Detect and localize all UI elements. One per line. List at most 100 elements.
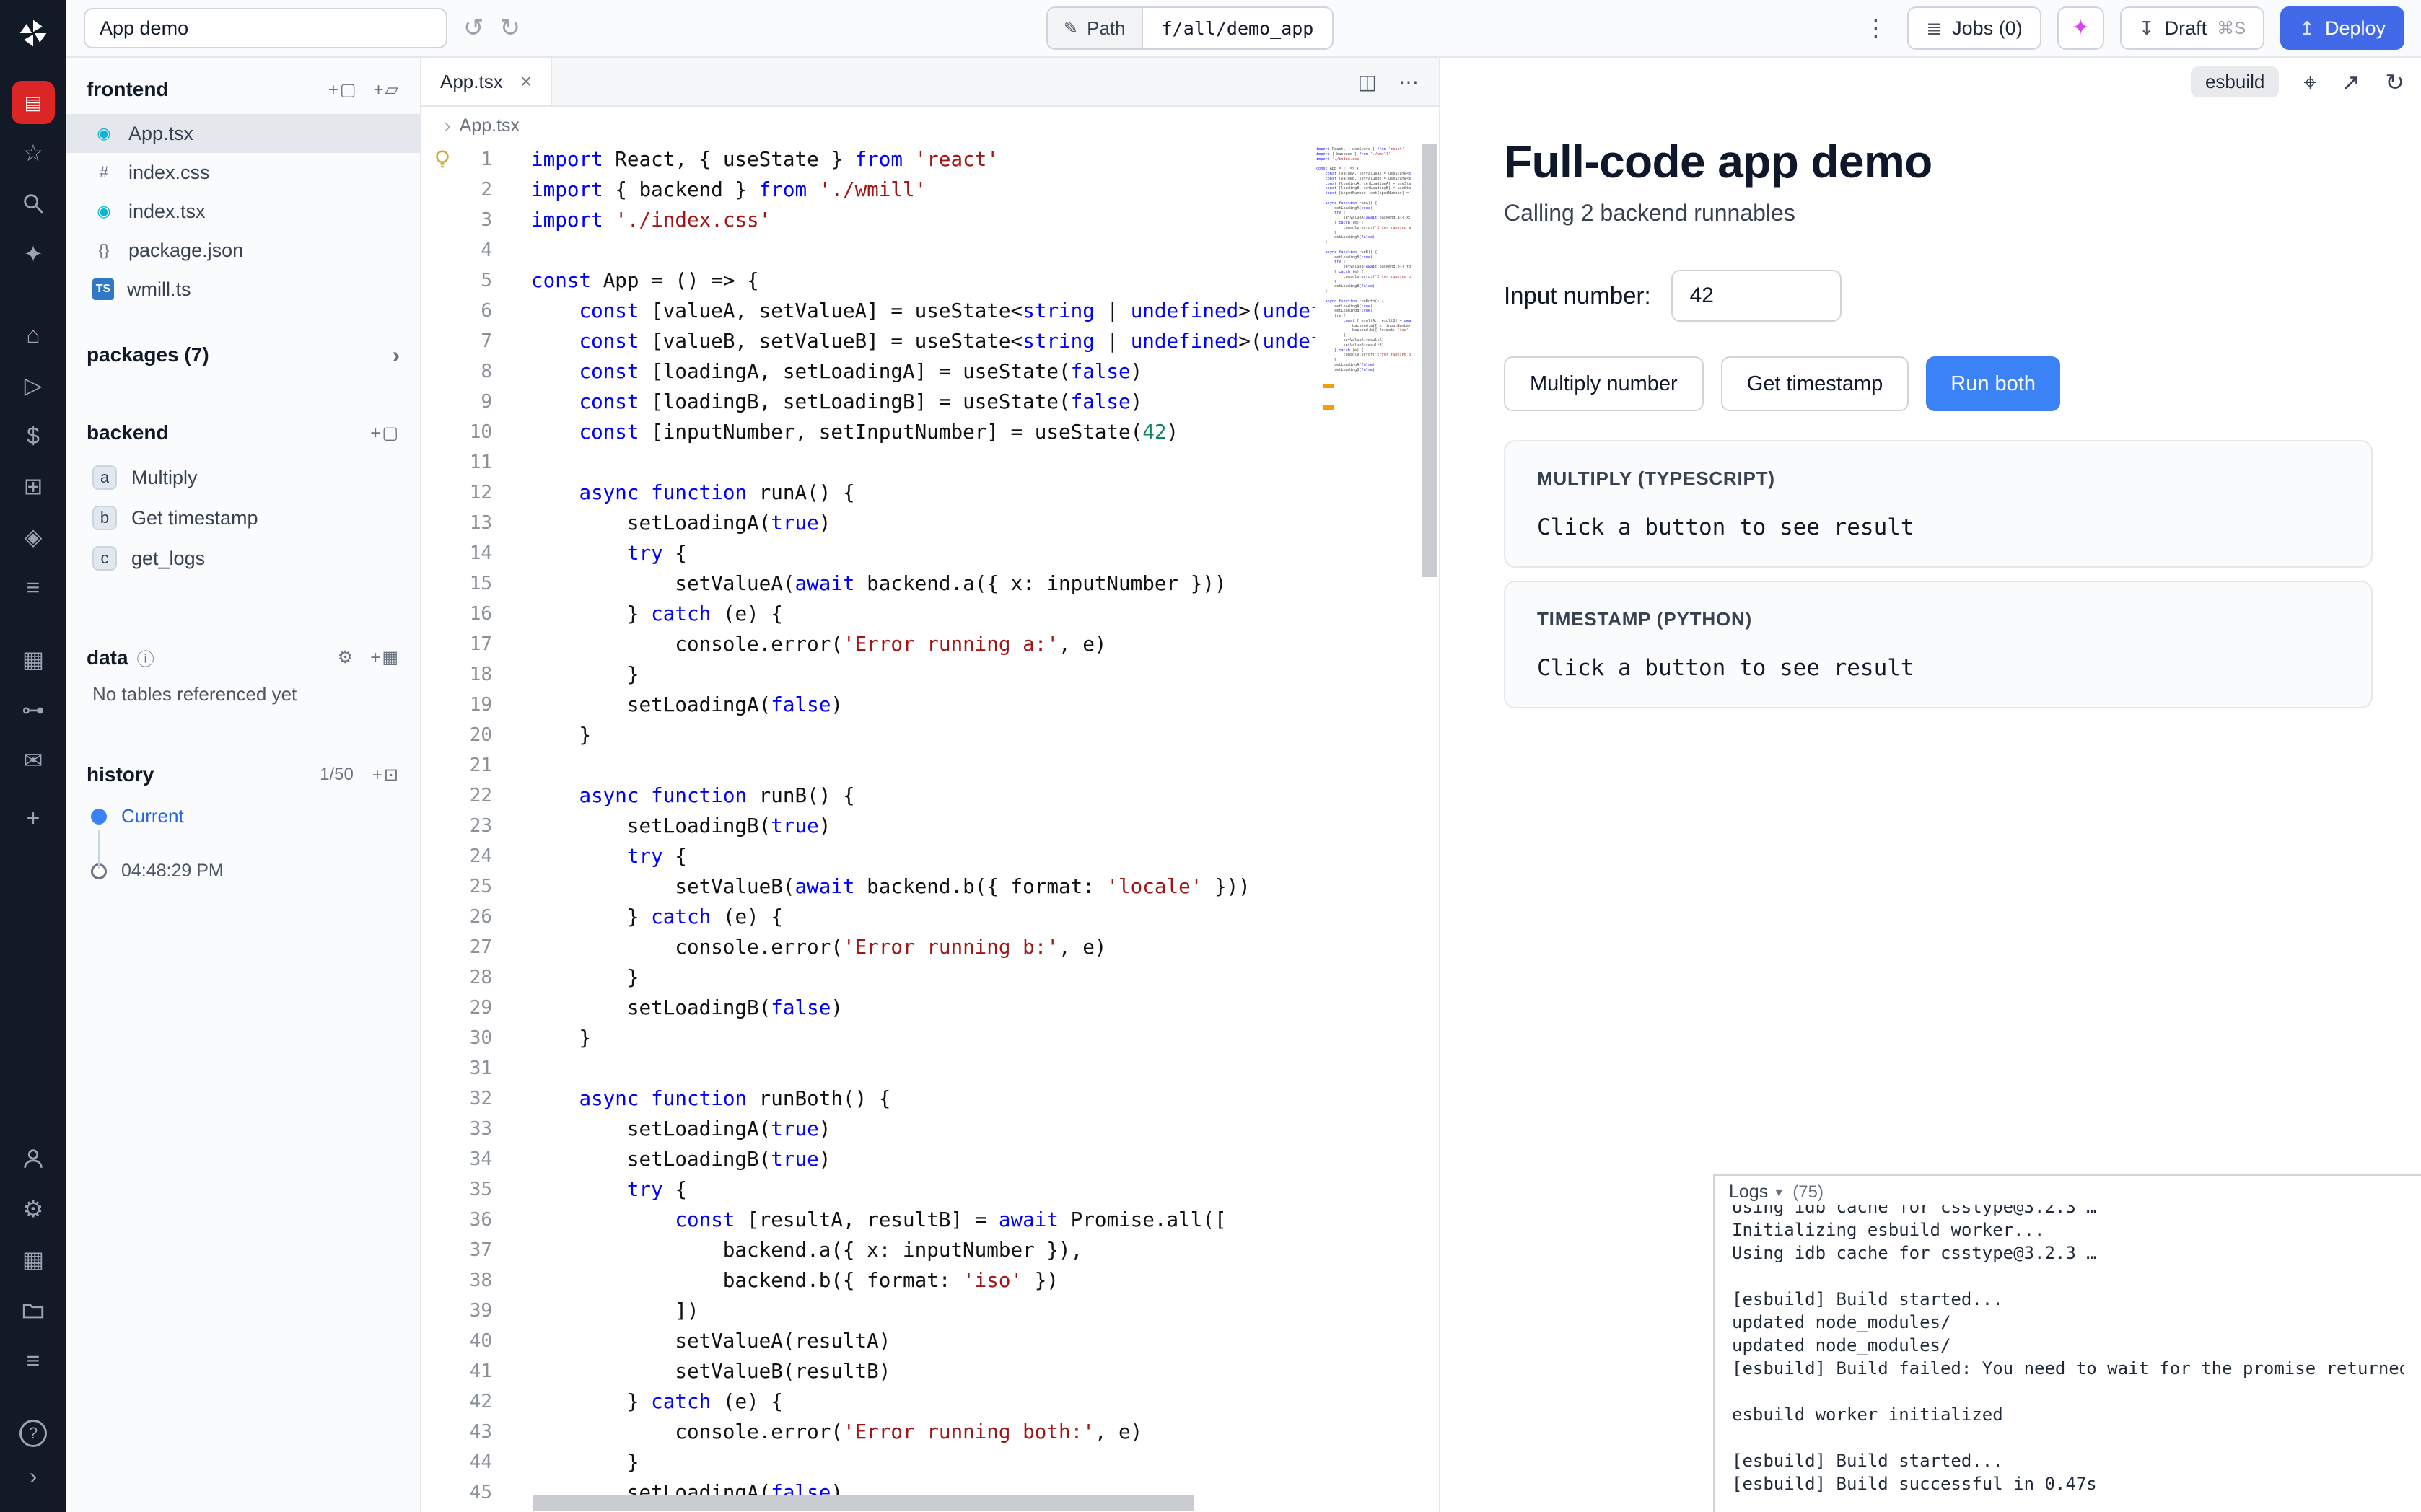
- timeline-connector: [98, 830, 100, 869]
- line-numbers: 1234567891011121314151617181920212223242…: [421, 144, 511, 1512]
- groups-icon[interactable]: ≡: [12, 566, 55, 609]
- apps-grid-icon[interactable]: ▦: [12, 1238, 55, 1281]
- add-folder-icon[interactable]: +▱: [374, 79, 400, 100]
- flow-graph-icon[interactable]: ⊶: [12, 688, 55, 731]
- code-area[interactable]: 1234567891011121314151617181920212223242…: [421, 144, 1439, 1512]
- folder-icon[interactable]: [12, 1288, 55, 1332]
- get-timestamp-button[interactable]: Get timestamp: [1721, 356, 1909, 411]
- variables-icon[interactable]: $: [12, 414, 55, 457]
- editor-more-icon[interactable]: ⋯: [1398, 70, 1419, 94]
- input-number-field[interactable]: [1671, 270, 1842, 322]
- chevron-right-icon: ›: [392, 342, 400, 369]
- search-icon[interactable]: [12, 182, 55, 225]
- add-snapshot-icon[interactable]: +⊡: [372, 765, 400, 786]
- runnable-c[interactable]: cget_logs: [66, 538, 420, 579]
- icon-rail: ▤ ☆ ✦ ⌂ ▷ $ ⊞ ◈ ≡ ▦ ⊶ ✉ + ⚙ ▦ ≡? ›: [0, 0, 66, 1512]
- inspect-icon[interactable]: ⌖: [2303, 71, 2316, 94]
- logs-collapse-icon: ▾: [1775, 1183, 1782, 1201]
- redo-icon[interactable]: ↻: [500, 16, 521, 40]
- path-control[interactable]: ✎Path f/all/demo_app: [1046, 6, 1334, 50]
- menu-list-icon[interactable]: ≡: [12, 1339, 55, 1382]
- log-line: [1732, 1426, 2404, 1449]
- file-name: wmill.ts: [127, 278, 191, 301]
- run-both-button[interactable]: Run both: [1926, 356, 2060, 411]
- minimap-error-marker: [1323, 384, 1334, 388]
- log-line: esbuild worker initialized: [1732, 1403, 2404, 1426]
- collapse-rail-icon[interactable]: ›: [12, 1454, 55, 1498]
- file-wmill.ts[interactable]: TSwmill.ts: [66, 270, 420, 309]
- runs-icon[interactable]: ▷: [12, 364, 55, 407]
- calendar-icon[interactable]: ▦: [12, 638, 55, 681]
- minimap[interactable]: import React, { useState } from 'react'i…: [1316, 147, 1411, 1512]
- ai-wand-button[interactable]: ✦: [2057, 6, 2104, 50]
- log-line: [esbuild] Build started...: [1732, 1288, 2404, 1311]
- log-line: Initializing esbuild worker...: [1732, 1218, 2404, 1241]
- data-settings-icon[interactable]: ⚙: [338, 647, 355, 668]
- runnable-a[interactable]: aMultiply: [66, 457, 420, 498]
- kebab-menu-icon[interactable]: ⋮: [1860, 17, 1891, 40]
- backend-section-title: backend: [87, 421, 169, 444]
- runnable-b[interactable]: bGet timestamp: [66, 498, 420, 538]
- user-icon[interactable]: [12, 1137, 55, 1180]
- code-editor: App.tsx × ◫ ⋯ › App.tsx 123456: [421, 58, 1439, 1512]
- horizontal-scrollbar[interactable]: [533, 1495, 1194, 1511]
- jobs-button[interactable]: ≣Jobs (0): [1907, 6, 2041, 50]
- draft-label: Draft: [2165, 17, 2207, 40]
- code-content[interactable]: import React, { useState } from 'react'i…: [531, 144, 1315, 1512]
- help-icon[interactable]: ?: [19, 1420, 47, 1447]
- path-edit-button[interactable]: ✎Path: [1046, 6, 1143, 50]
- settings-gear-icon[interactable]: ⚙: [12, 1187, 55, 1231]
- backend-runnable-list: aMultiplybGet timestampcget_logs: [66, 457, 420, 579]
- app-name-input[interactable]: [84, 8, 447, 48]
- file-App.tsx[interactable]: ◉App.tsx: [66, 114, 420, 153]
- star-icon[interactable]: ☆: [12, 131, 55, 175]
- draft-button[interactable]: ↧Draft⌘S: [2120, 6, 2264, 50]
- packages-row[interactable]: packages (7) ›: [66, 332, 420, 378]
- sparkle-icon: ✦: [2072, 17, 2090, 39]
- file-name: index.css: [128, 162, 210, 184]
- card-result-text: Click a button to see result: [1537, 514, 2339, 540]
- open-external-icon[interactable]: ↗: [2341, 71, 2360, 94]
- editor-tabbar: App.tsx × ◫ ⋯: [421, 58, 1439, 107]
- home-icon[interactable]: ⌂: [12, 313, 55, 356]
- deploy-button[interactable]: ↥Deploy: [2280, 6, 2404, 50]
- multiply-number-button[interactable]: Multiply number: [1504, 356, 1704, 411]
- resources-icon[interactable]: ⊞: [12, 465, 55, 508]
- windmill-logo[interactable]: [12, 12, 55, 55]
- logs-header[interactable]: Logs ▾ (75): [1715, 1176, 2421, 1205]
- vertical-scrollbar[interactable]: [1422, 144, 1437, 577]
- add-icon[interactable]: +: [12, 796, 55, 840]
- history-entry[interactable]: 04:48:29 PM: [66, 861, 420, 882]
- undo-icon[interactable]: ↺: [463, 16, 484, 40]
- history-current-entry[interactable]: Current: [66, 805, 420, 827]
- file-index.tsx[interactable]: ◉index.tsx: [66, 192, 420, 231]
- windmill-app-editor: ▤ ☆ ✦ ⌂ ▷ $ ⊞ ◈ ≡ ▦ ⊶ ✉ + ⚙ ▦ ≡? › ↺ ↻ ✎Path f/all/demo_…: [0, 0, 2421, 1512]
- split-editor-icon[interactable]: ◫: [1358, 70, 1377, 94]
- file-package.json[interactable]: {}package.json: [66, 231, 420, 270]
- add-table-icon[interactable]: +▦: [370, 647, 400, 668]
- mail-icon[interactable]: ✉: [12, 739, 55, 782]
- refresh-icon[interactable]: ↻: [2385, 71, 2404, 94]
- frontend-file-list: ◉App.tsx#index.css◉index.tsx{}package.js…: [66, 114, 420, 309]
- logs-count: (75): [1792, 1182, 1824, 1203]
- pencil-icon: ✎: [1064, 18, 1078, 39]
- preview-controls: esbuild ⌖ ↗ ↻: [1504, 66, 2404, 97]
- current-app-icon[interactable]: ▤: [12, 81, 55, 124]
- add-file-icon[interactable]: +▢: [328, 79, 358, 100]
- file-index.css[interactable]: #index.css: [66, 153, 420, 192]
- schedules-icon[interactable]: ◈: [12, 515, 55, 558]
- runnable-badge: c: [92, 546, 117, 571]
- add-runnable-icon[interactable]: +▢: [370, 423, 400, 444]
- breadcrumb[interactable]: App.tsx: [460, 115, 520, 136]
- preview-buttons-row: Multiply number Get timestamp Run both: [1504, 356, 2373, 411]
- deploy-label: Deploy: [2325, 17, 2386, 40]
- log-line: Using idb cache for csstype@3.2.3 …: [1732, 1205, 2404, 1218]
- react-file-icon: ◉: [92, 124, 115, 143]
- logs-content[interactable]: Using idb cache for csstype@3.2.3 …Initi…: [1715, 1205, 2421, 1495]
- magic-wand-icon[interactable]: ✦: [12, 232, 55, 276]
- card-title: MULTIPLY (TYPESCRIPT): [1537, 467, 2339, 490]
- tab-close-icon[interactable]: ×: [520, 70, 532, 93]
- frontend-section-title: frontend: [87, 78, 169, 101]
- sidebar: frontend +▢ +▱ ◉App.tsx#index.css◉index.…: [66, 58, 421, 1512]
- tab-app-tsx[interactable]: App.tsx ×: [421, 58, 552, 105]
